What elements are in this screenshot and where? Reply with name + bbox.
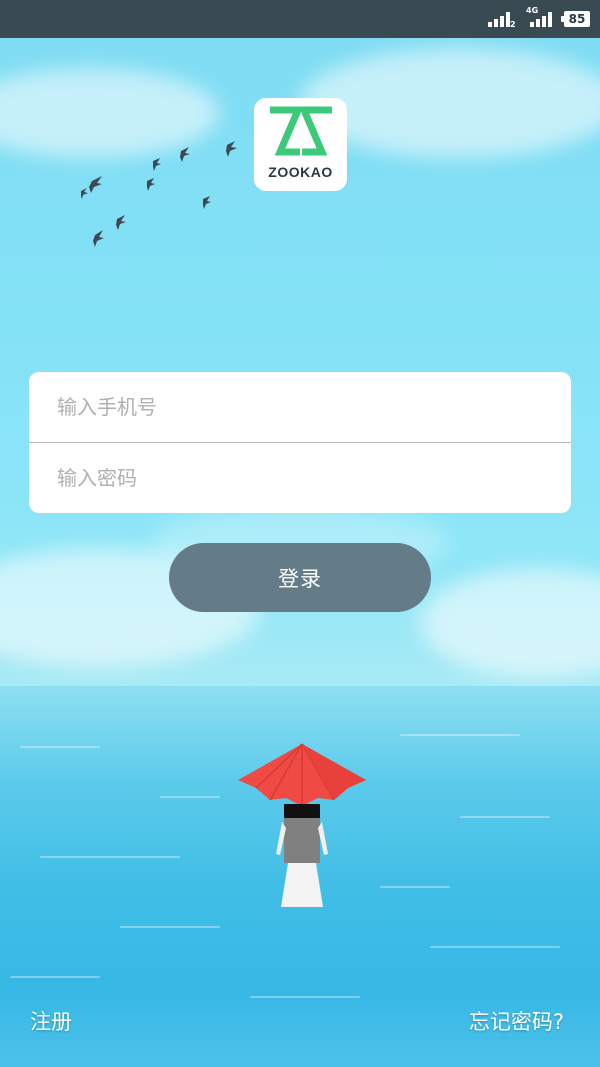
birds-illustration xyxy=(81,141,237,247)
status-bar: 2 4G 85 xyxy=(0,0,600,38)
login-button[interactable]: 登录 xyxy=(169,543,431,612)
network-type-label: 4G xyxy=(526,6,539,15)
logo-brand-text: ZOOKAO xyxy=(268,164,333,180)
login-screen: 2 4G 85 ZOOKAO 登录 xyxy=(0,0,600,1067)
logo-mark-icon xyxy=(270,106,332,156)
signal-sim2-icon: 4G xyxy=(526,6,554,29)
login-form xyxy=(29,372,571,513)
sim1-label: 2 xyxy=(510,20,516,29)
battery-icon: 85 xyxy=(561,11,590,27)
register-link[interactable]: 注册 xyxy=(30,1006,72,1036)
password-input[interactable] xyxy=(29,443,571,513)
app-logo: ZOOKAO xyxy=(254,98,347,191)
umbrella-figure-illustration xyxy=(238,743,366,907)
signal-sim1-icon: 2 xyxy=(488,9,516,29)
forgot-password-link[interactable]: 忘记密码? xyxy=(469,1006,564,1036)
phone-input[interactable] xyxy=(29,372,571,442)
battery-level: 85 xyxy=(568,12,586,26)
